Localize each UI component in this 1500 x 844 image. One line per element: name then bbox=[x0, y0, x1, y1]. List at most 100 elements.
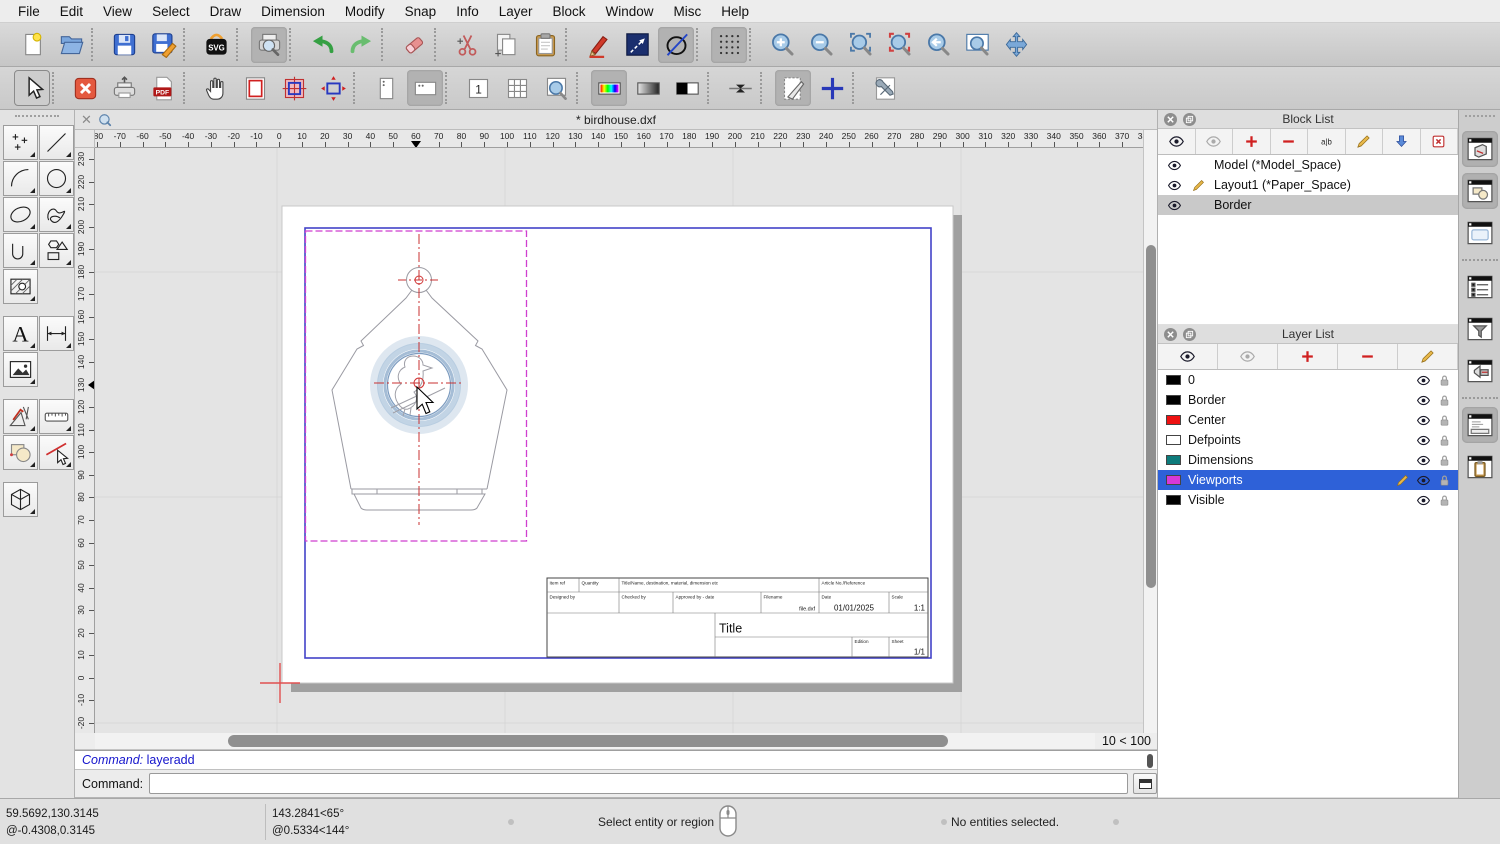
layer-add-button[interactable] bbox=[1278, 344, 1338, 369]
print-export-button[interactable] bbox=[106, 70, 142, 106]
selection-filter-toggle[interactable] bbox=[1462, 311, 1498, 347]
menu-layer[interactable]: Layer bbox=[489, 4, 543, 19]
menu-draw[interactable]: Draw bbox=[200, 4, 252, 19]
draw-order-button[interactable] bbox=[580, 27, 616, 63]
point-tool-button[interactable] bbox=[3, 125, 38, 160]
eye-icon[interactable] bbox=[1416, 393, 1431, 408]
circle-tool-button[interactable] bbox=[39, 161, 74, 196]
block-row-model[interactable]: Model (*Model_Space) bbox=[1158, 155, 1458, 175]
draft-mode-button[interactable] bbox=[775, 70, 811, 106]
vertical-scrollbar-thumb[interactable] bbox=[1146, 245, 1156, 588]
menu-select[interactable]: Select bbox=[142, 4, 200, 19]
block-insert-button[interactable] bbox=[1383, 129, 1421, 154]
selection-mode-button[interactable] bbox=[619, 27, 655, 63]
arc-tool-button[interactable] bbox=[3, 161, 38, 196]
portrait-page-button[interactable] bbox=[368, 70, 404, 106]
layer-row-visible[interactable]: Visible bbox=[1158, 490, 1458, 510]
svg-export-button[interactable]: SVG bbox=[198, 27, 234, 63]
landscape-page-button[interactable] bbox=[407, 70, 443, 106]
block-row-border[interactable]: Border bbox=[1158, 195, 1458, 215]
layer-hide-all-button[interactable] bbox=[1218, 344, 1278, 369]
new-file-button[interactable] bbox=[14, 27, 50, 63]
black-white-button[interactable] bbox=[669, 70, 705, 106]
command-panel-toggle-button[interactable] bbox=[1133, 773, 1157, 794]
menu-view[interactable]: View bbox=[93, 4, 142, 19]
reference-panel-toggle[interactable] bbox=[1462, 353, 1498, 389]
palette-drag-handle[interactable] bbox=[15, 115, 59, 119]
lock-icon[interactable] bbox=[1437, 453, 1452, 468]
zoom-page-button[interactable] bbox=[538, 70, 574, 106]
menu-modify[interactable]: Modify bbox=[335, 4, 395, 19]
eye-icon[interactable] bbox=[1416, 453, 1431, 468]
eye-icon[interactable] bbox=[1166, 158, 1182, 173]
selection-pointer-button[interactable] bbox=[14, 70, 50, 106]
zoom-window-button[interactable] bbox=[959, 27, 995, 63]
block-purge-button[interactable] bbox=[1421, 129, 1458, 154]
auto-zoom-button[interactable] bbox=[842, 27, 878, 63]
layer-edit-button[interactable] bbox=[1398, 344, 1458, 369]
block-show-all-button[interactable] bbox=[1158, 129, 1196, 154]
lineweight-button[interactable] bbox=[722, 70, 758, 106]
fit-viewport-button[interactable] bbox=[315, 70, 351, 106]
menu-dimension[interactable]: Dimension bbox=[251, 4, 335, 19]
viewport-button[interactable] bbox=[276, 70, 312, 106]
horizontal-scrollbar[interactable] bbox=[95, 733, 1095, 749]
layer-row-dimensions[interactable]: Dimensions bbox=[1158, 450, 1458, 470]
eye-icon[interactable] bbox=[1416, 373, 1431, 388]
save-button[interactable] bbox=[106, 27, 142, 63]
block-edit-button[interactable] bbox=[1346, 129, 1383, 154]
drawing-preferences-button[interactable] bbox=[867, 70, 903, 106]
vertical-scrollbar[interactable] bbox=[1143, 130, 1157, 733]
pan-button[interactable] bbox=[998, 27, 1034, 63]
single-page-button[interactable]: 1 bbox=[460, 70, 496, 106]
menu-help[interactable]: Help bbox=[711, 4, 759, 19]
hatch-tool-button[interactable] bbox=[3, 269, 38, 304]
select-tool-button[interactable] bbox=[39, 435, 74, 470]
layer-show-all-button[interactable] bbox=[1158, 344, 1218, 369]
property-editor-toggle[interactable] bbox=[1462, 269, 1498, 305]
drawing-canvas[interactable]: Item ref Quantity Title/Name, destinatio… bbox=[95, 148, 1143, 733]
block-add-button[interactable] bbox=[1233, 129, 1271, 154]
eye-icon[interactable] bbox=[1416, 413, 1431, 428]
block-rename-button[interactable]: a|b bbox=[1308, 129, 1346, 154]
lock-icon[interactable] bbox=[1437, 493, 1452, 508]
block-row-layout1[interactable]: Layout1 (*Paper_Space) bbox=[1158, 175, 1458, 195]
page-border-button[interactable] bbox=[237, 70, 273, 106]
previous-view-button[interactable] bbox=[920, 27, 956, 63]
library-browser-toggle[interactable] bbox=[1461, 173, 1498, 209]
save-as-button[interactable] bbox=[145, 27, 181, 63]
line-tool-button[interactable] bbox=[39, 125, 74, 160]
layer-row-center[interactable]: Center bbox=[1158, 410, 1458, 430]
lock-icon[interactable] bbox=[1437, 373, 1452, 388]
layer-panel-float-button[interactable] bbox=[1183, 327, 1196, 341]
command-input[interactable] bbox=[149, 773, 1129, 794]
ellipse-tool-button[interactable] bbox=[3, 197, 38, 232]
viewport-panel-toggle[interactable] bbox=[1462, 215, 1498, 251]
layer-remove-button[interactable] bbox=[1338, 344, 1398, 369]
layer-row-border[interactable]: Border bbox=[1158, 390, 1458, 410]
block-remove-button[interactable] bbox=[1271, 129, 1308, 154]
cut-button[interactable] bbox=[449, 27, 485, 63]
shape-tool-button[interactable] bbox=[39, 233, 74, 268]
horizontal-scrollbar-thumb[interactable] bbox=[228, 735, 948, 747]
menu-misc[interactable]: Misc bbox=[664, 4, 712, 19]
menu-block[interactable]: Block bbox=[543, 4, 596, 19]
menu-edit[interactable]: Edit bbox=[50, 4, 93, 19]
command-line-toggle[interactable] bbox=[1461, 407, 1498, 443]
open-file-button[interactable] bbox=[53, 27, 89, 63]
eye-icon[interactable] bbox=[1416, 473, 1431, 488]
strip-drag-handle[interactable] bbox=[1464, 115, 1495, 119]
delete-button[interactable] bbox=[396, 27, 432, 63]
image-tool-button[interactable] bbox=[3, 352, 38, 387]
menu-window[interactable]: Window bbox=[596, 4, 664, 19]
layer-row-viewports[interactable]: Viewports bbox=[1158, 470, 1458, 490]
print-preview-button[interactable] bbox=[251, 26, 287, 63]
redo-button[interactable] bbox=[343, 27, 379, 63]
lock-icon[interactable] bbox=[1437, 393, 1452, 408]
grid-toggle-button[interactable] bbox=[711, 26, 747, 63]
pdf-export-button[interactable]: PDF bbox=[145, 70, 181, 106]
measure-tool-button[interactable] bbox=[39, 399, 74, 434]
lock-icon[interactable] bbox=[1437, 413, 1452, 428]
layer-row-defpoints[interactable]: Defpoints bbox=[1158, 430, 1458, 450]
spline-tool-button[interactable] bbox=[39, 197, 74, 232]
